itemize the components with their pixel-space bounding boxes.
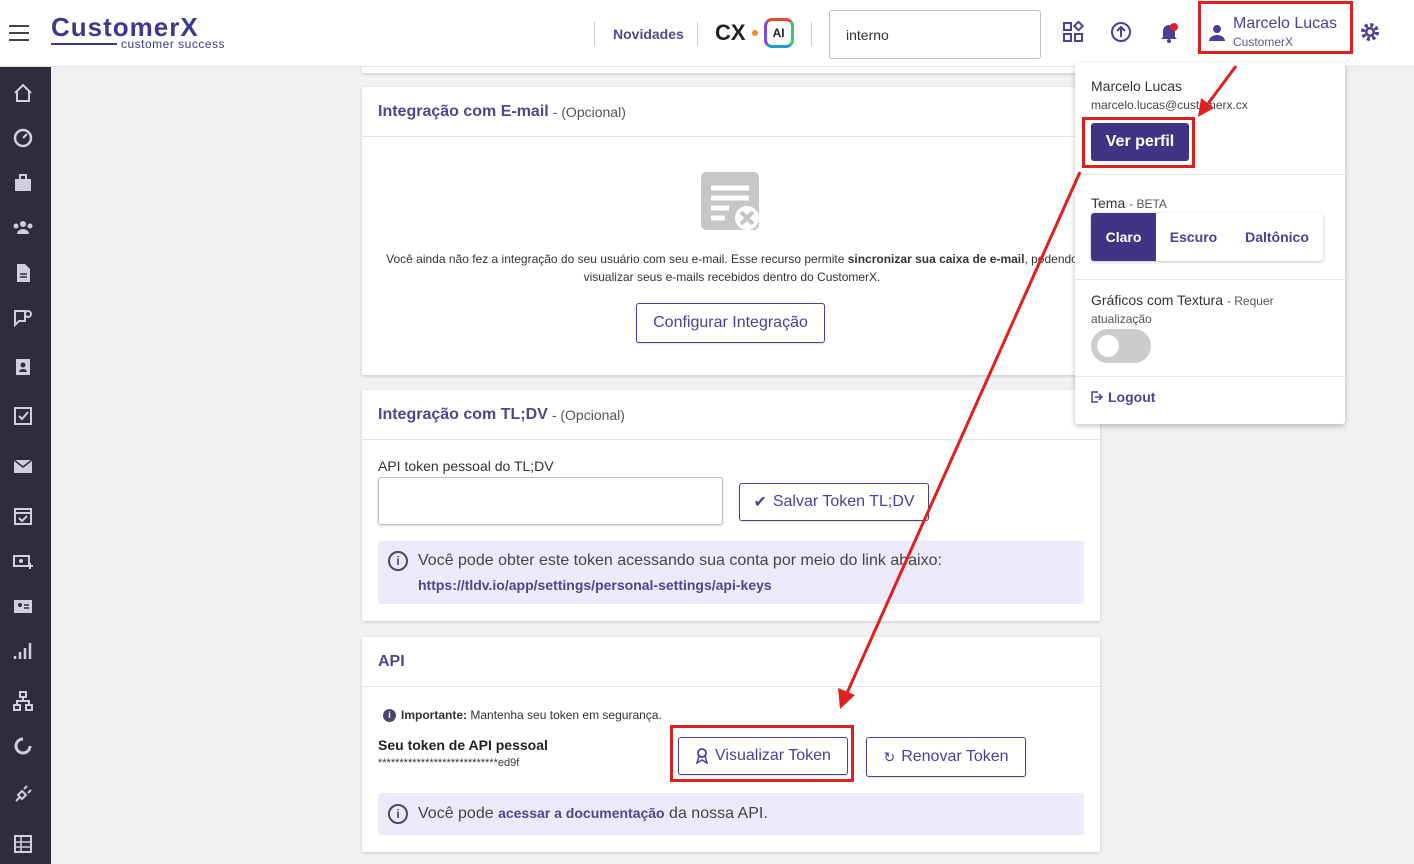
texture-note-second-line: atualização [1091,312,1152,326]
texture-toggle[interactable] [1091,329,1151,363]
user-menu-highlight[interactable] [1198,1,1353,54]
email-card-optional: - (Opcional) [552,103,626,120]
upload-circle-icon[interactable] [1110,21,1132,43]
contact-badge-icon[interactable] [12,355,34,377]
save-tldv-token-label: Salvar Token TL;DV [772,493,915,510]
api-doc-link[interactable]: acessar a documentação [498,805,665,821]
tldv-api-link[interactable]: https://tldv.io/app/settings/personal-se… [418,577,772,593]
tldv-info-box: i Você pode obter este token acessando s… [378,541,1084,604]
tldv-integration-card: Integração com TL;DV - (Opcional) API to… [362,390,1100,621]
renew-token-label: Renovar Token [901,748,1009,765]
header-divider [811,22,812,46]
theme-option-escuro[interactable]: Escuro [1156,213,1231,261]
theme-label-text: Tema [1091,195,1126,211]
dropdown-user-email: marcelo.lucas@customerx.cx [1091,98,1248,112]
api-important-label: Importante: [401,708,467,722]
email-disabled-icon [701,172,759,230]
email-description-bold: sincronizar sua caixa de e-mail [847,252,1025,266]
view-token-highlight [670,725,854,782]
email-description: Você ainda não fez a integração do seu u… [382,250,1082,286]
chat-search-icon[interactable] [12,307,34,329]
api-doc-info-box: i Você pode acessar a documentação da no… [378,793,1084,835]
api-token-label: Seu token de API pessoal [378,737,548,753]
spreadsheet-icon[interactable] [12,833,34,855]
cx-dot-icon [751,30,758,36]
apps-grid-icon[interactable] [1062,21,1084,43]
view-profile-highlight [1082,117,1195,168]
bar-chart-icon[interactable] [12,640,34,662]
dropdown-divider [1075,376,1345,377]
sidebar [0,67,51,864]
dropdown-divider [1075,279,1345,280]
tldv-token-input[interactable] [378,477,723,525]
theme-beta: - BETA [1129,197,1167,211]
email-card-header: Integração com E-mail - (Opcional) [362,87,1100,137]
info-icon: i [388,551,408,571]
api-doc-prefix: Você pode [418,805,499,822]
tldv-card-title: Integração com TL;DV [378,405,548,423]
texture-label: Gráficos com Textura - Requer [1091,292,1274,308]
menu-icon[interactable] [9,25,29,41]
plug-icon[interactable] [12,783,34,805]
calendar-check-icon[interactable] [12,505,34,527]
brand-logo[interactable]: CustomerX customer success [51,14,225,51]
task-checkbox-icon[interactable] [12,405,34,427]
gear-icon[interactable] [1359,21,1381,43]
news-link[interactable]: Novidades [613,26,684,42]
check-icon: ✔ [753,494,767,511]
api-important-note: i Importante: Mantenha seu token em segu… [383,708,662,722]
mail-icon[interactable] [12,455,34,477]
dropdown-user-name: Marcelo Lucas [1091,78,1183,94]
brand-underline [51,43,117,45]
theme-option-daltonico[interactable]: Daltônico [1231,213,1323,261]
home-icon[interactable] [12,82,34,104]
team-users-icon[interactable] [12,217,34,239]
dashboard-gauge-icon[interactable] [12,127,34,149]
refresh-icon: ↻ [883,748,896,765]
api-doc-text: Você pode acessar a documentação da noss… [418,805,768,823]
toggle-knob [1097,335,1119,357]
configure-integration-button[interactable]: Configurar Integração [636,303,825,343]
api-card-header: API [362,637,1100,687]
api-card-title: API [378,652,405,670]
money-add-icon[interactable] [12,550,34,572]
email-integration-card: Integração com E-mail - (Opcional) Você … [362,87,1100,375]
email-card-title: Integração com E-mail [378,102,549,120]
texture-note: - Requer [1226,294,1274,308]
api-doc-suffix: da nossa API. [664,805,768,822]
bell-icon[interactable] [1158,21,1180,43]
sitemap-icon[interactable] [12,690,34,712]
header-divider [697,22,698,46]
tldv-info-text: Você pode obter este token acessando sua… [418,552,942,569]
tldv-card-header: Integração com TL;DV - (Opcional) [362,390,1100,440]
api-important-text: Mantenha seu token em segurança. [470,708,662,722]
email-description-text: Você ainda não fez a integração do seu u… [386,252,848,266]
brand-tagline: customer success [121,37,226,51]
save-tldv-token-button[interactable]: ✔ Salvar Token TL;DV [739,483,929,521]
search-input[interactable] [829,10,1041,59]
cycle-icon[interactable] [12,735,34,757]
logout-label: Logout [1108,389,1156,405]
texture-label-text: Gráficos com Textura [1091,292,1224,308]
dropdown-divider [1075,174,1345,175]
document-icon[interactable] [12,262,34,284]
tldv-card-optional: - (Opcional) [551,406,625,423]
cx-label: CX [715,20,746,45]
theme-option-claro[interactable]: Claro [1091,213,1156,261]
id-card-icon[interactable] [12,595,34,617]
renew-token-button[interactable]: ↻ Renovar Token [866,737,1026,777]
api-token-masked: ****************************ed9f [378,757,520,769]
header-divider [594,22,595,46]
info-filled-icon: i [383,708,396,722]
top-header: CustomerX customer success Novidades CX … [0,0,1414,67]
tldv-token-label: API token pessoal do TL;DV [378,458,554,474]
logout-icon [1091,391,1103,403]
theme-label: Tema - BETA [1091,195,1167,211]
theme-selector: Claro Escuro Daltônico [1091,213,1323,261]
logout-link[interactable]: Logout [1091,389,1155,405]
ai-hexagon-icon: AI [763,18,794,48]
info-icon: i [388,804,408,824]
cx-ai-button[interactable]: CX AI [715,18,794,48]
briefcase-icon[interactable] [12,172,34,194]
